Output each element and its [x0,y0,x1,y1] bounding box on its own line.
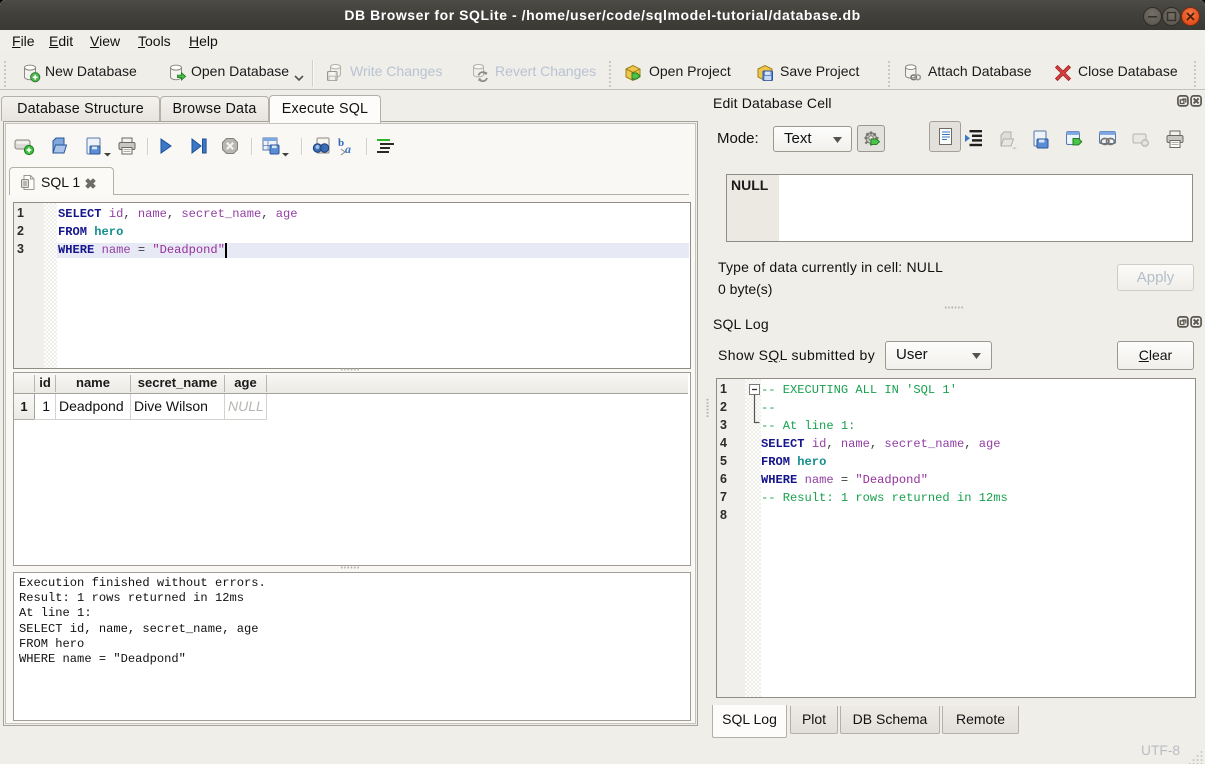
svg-text:b: b [338,137,344,149]
svg-text:a: a [345,142,351,156]
